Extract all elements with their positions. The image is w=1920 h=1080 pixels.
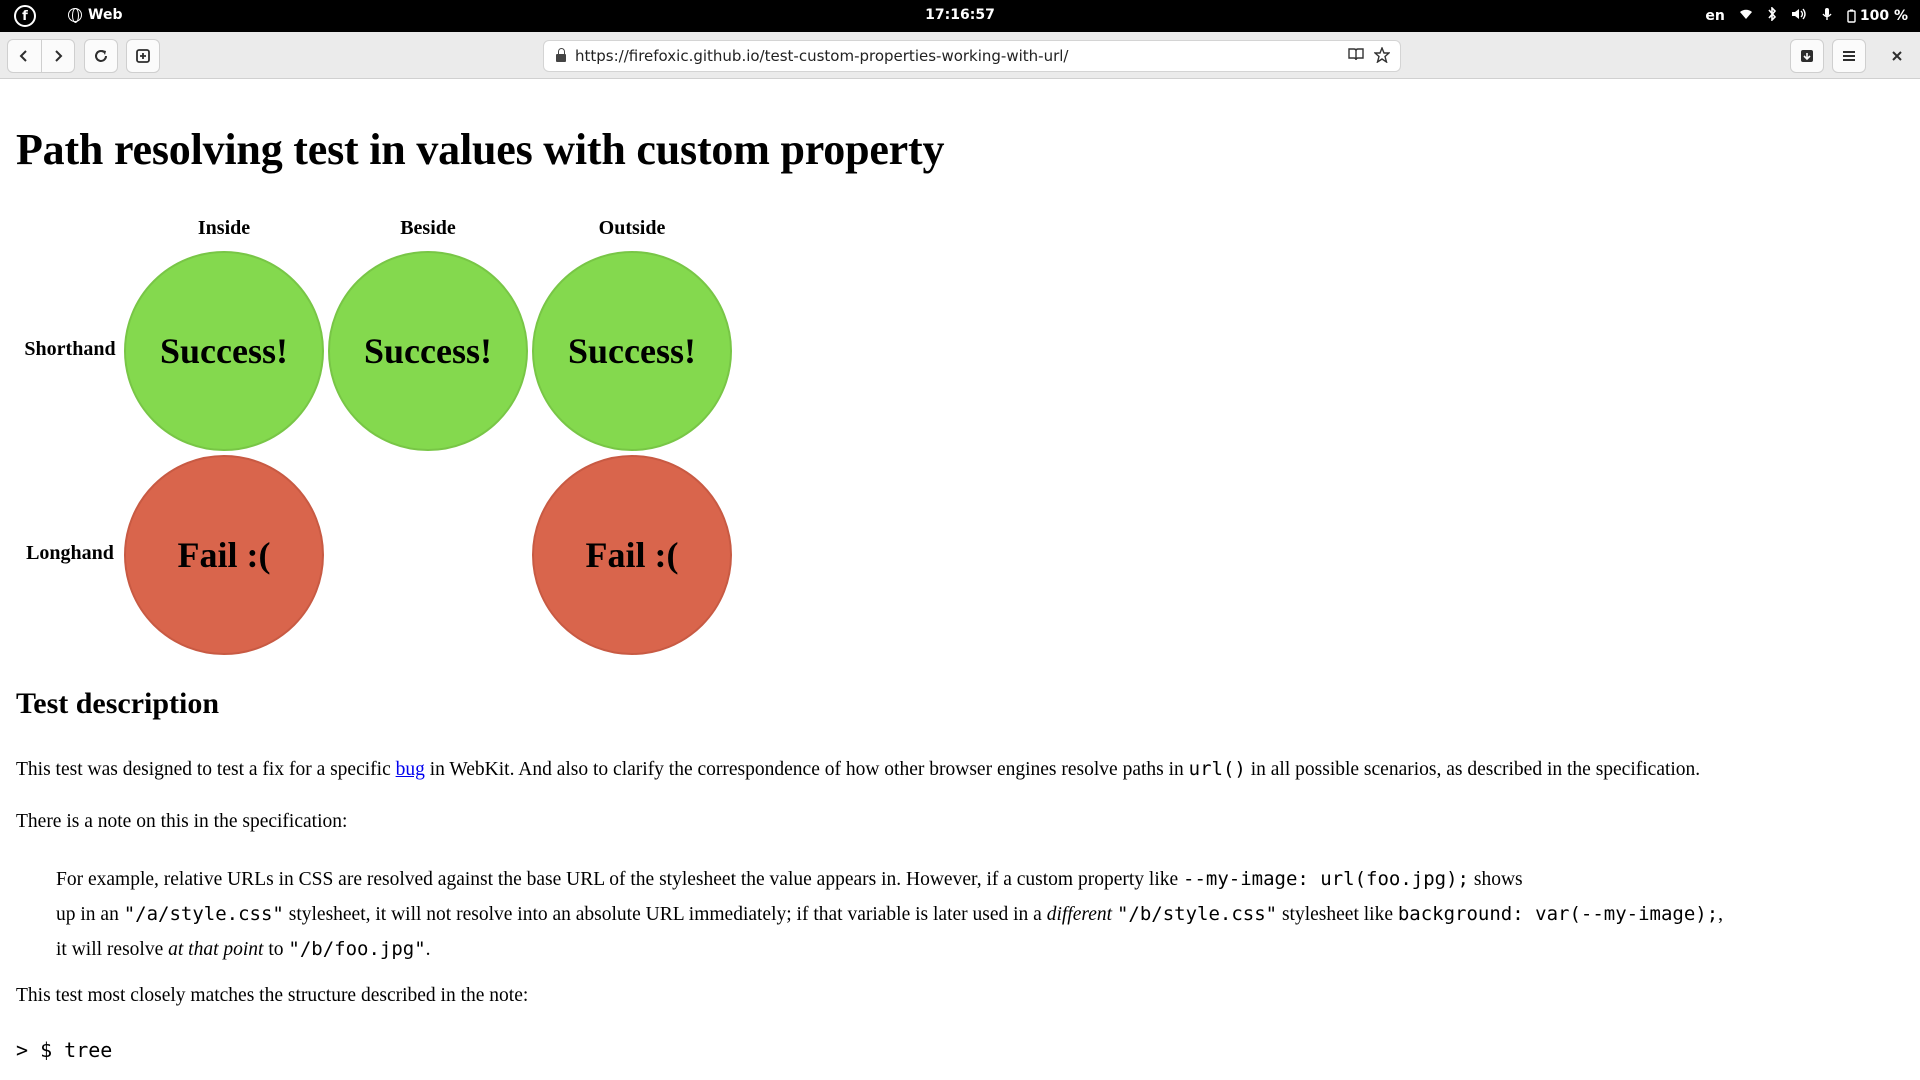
result-longhand-inside: Fail :(: [124, 455, 324, 655]
page-title: Path resolving test in values with custo…: [16, 125, 945, 174]
emphasis: at that point: [168, 939, 264, 960]
clock[interactable]: 17:16:57: [0, 7, 1920, 23]
url-text[interactable]: https://firefoxic.github.io/test-custom-…: [575, 47, 1068, 65]
wifi-icon: [1739, 8, 1753, 24]
spec-note-intro: There is a note on this in the specifica…: [16, 811, 348, 832]
description-text: This test was designed to test a fix for…: [16, 759, 396, 780]
emphasis: different: [1046, 904, 1113, 925]
description-paragraph: This test was designed to test a fix for…: [16, 756, 1700, 783]
result-longhand-outside: Fail :(: [532, 455, 732, 655]
system-top-bar: f Web 17:16:57 en 100 %: [0, 0, 1920, 32]
downloads-button[interactable]: [1790, 39, 1824, 73]
back-icon: [19, 50, 27, 62]
language-indicator[interactable]: en: [1705, 8, 1724, 24]
history-nav: [7, 39, 75, 73]
section-heading: Test description: [16, 687, 220, 720]
spec-blockquote: For example, relative URLs in CSS are re…: [56, 862, 1856, 967]
result-shorthand-beside: Success!: [328, 251, 528, 451]
result-shorthand-inside: Success!: [124, 251, 324, 451]
tree-code-block: > $ tree: [16, 1038, 113, 1062]
browser-header: https://firefoxic.github.io/test-custom-…: [0, 32, 1920, 79]
microphone-icon: [1821, 7, 1833, 25]
back-button[interactable]: [8, 40, 42, 72]
inline-code: "/a/style.css": [123, 903, 284, 925]
inline-code: "/b/style.css": [1116, 903, 1278, 925]
row-header-shorthand: Shorthand: [24, 338, 116, 360]
menu-icon: [1843, 51, 1855, 61]
downloads-icon: [1801, 50, 1813, 62]
quote-line: it will resolve at that point to "/b/foo…: [56, 938, 431, 960]
result-shorthand-outside: Success!: [532, 251, 732, 451]
inline-code: "/b/foo.jpg": [288, 938, 426, 960]
column-header-inside: Inside: [197, 217, 251, 239]
battery-icon: [1847, 9, 1856, 23]
bookmark-star-icon[interactable]: [1373, 46, 1391, 67]
inline-code: --my-image: url(foo.jpg);: [1183, 868, 1469, 890]
page-content: Path resolving test in values with custo…: [0, 80, 1920, 1080]
lock-icon[interactable]: [556, 48, 566, 62]
bug-link[interactable]: bug: [396, 759, 425, 780]
close-icon: [1892, 51, 1902, 61]
reload-icon: [95, 50, 107, 62]
column-header-outside: Outside: [598, 217, 666, 239]
bluetooth-icon: [1767, 6, 1777, 25]
forward-button[interactable]: [42, 40, 75, 72]
new-tab-button[interactable]: [126, 39, 160, 73]
quote-line: For example, relative URLs in CSS are re…: [56, 868, 1523, 890]
battery-indicator[interactable]: 100 %: [1847, 8, 1908, 24]
description-text: in WebKit. And also to clarify the corre…: [424, 759, 1189, 780]
reload-button[interactable]: [84, 39, 118, 73]
forward-icon: [55, 50, 63, 62]
structure-intro: This test most closely matches the struc…: [16, 985, 529, 1006]
reader-mode-icon[interactable]: [1348, 47, 1364, 67]
close-window-button[interactable]: [1880, 39, 1914, 73]
description-text: in all possible scenarios, as described …: [1245, 759, 1701, 780]
row-header-longhand: Longhand: [26, 542, 114, 564]
system-tray[interactable]: en 100 %: [1705, 6, 1908, 25]
new-tab-icon: [136, 49, 150, 63]
column-header-beside: Beside: [400, 217, 456, 239]
volume-icon: [1791, 8, 1807, 24]
inline-code: url(): [1188, 758, 1246, 780]
quote-line: up in an "/a/style.css" stylesheet, it w…: [56, 903, 1724, 925]
address-bar[interactable]: https://firefoxic.github.io/test-custom-…: [543, 40, 1401, 72]
inline-code: background: var(--my-image);: [1397, 903, 1719, 925]
battery-percent: 100 %: [1859, 8, 1908, 24]
main-menu-button[interactable]: [1832, 39, 1866, 73]
